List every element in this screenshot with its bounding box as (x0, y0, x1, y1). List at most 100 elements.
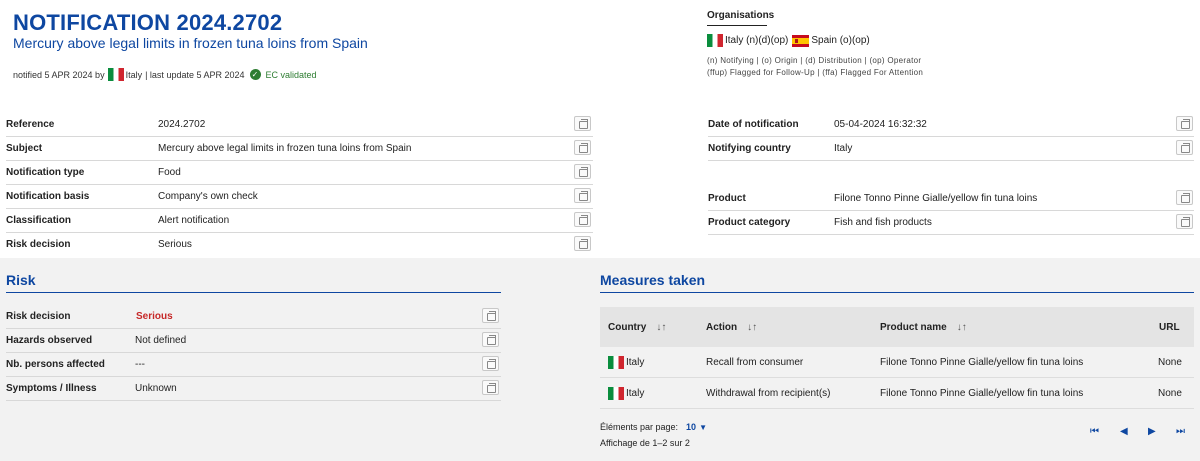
column-header-country[interactable]: Country ↓↑ (608, 307, 666, 347)
detail-row-product-category: Product category Fish and fish products (708, 210, 1194, 235)
detail-value: Serious (158, 238, 192, 250)
detail-value: Company's own check (158, 190, 258, 202)
column-label: Country (608, 321, 647, 333)
detail-value: Mercury above legal limits in frozen tun… (158, 142, 412, 154)
ec-validated-badge: EC validated (265, 69, 317, 80)
copy-icon[interactable] (574, 212, 591, 227)
organisations-legend: (n) Notifying | (o) Origin | (d) Distrib… (707, 55, 923, 79)
last-update: | last update 5 APR 2024 (145, 69, 245, 80)
risk-value: Not defined (135, 334, 187, 346)
page-subtitle: Mercury above legal limits in frozen tun… (13, 35, 368, 51)
copy-icon[interactable] (1176, 214, 1193, 229)
range-label: Affichage de 1–2 sur 2 (600, 438, 690, 448)
copy-icon[interactable] (482, 308, 499, 323)
measures-section-title: Measures taken (600, 272, 706, 288)
country-label: Italy (626, 387, 645, 399)
column-label: Product name (880, 321, 947, 333)
detail-label: Notification type (6, 166, 85, 178)
detail-row-subject: Subject Mercury above legal limits in fr… (6, 136, 593, 161)
copy-icon[interactable] (1176, 116, 1193, 131)
detail-label: Date of notification (708, 118, 799, 130)
risk-label: Nb. persons affected (6, 358, 105, 370)
detail-value: Filone Tonno Pinne Gialle/yellow fin tun… (834, 192, 1038, 204)
org-country: Spain (811, 35, 837, 46)
copy-icon[interactable] (574, 140, 591, 155)
sort-icon[interactable]: ↓↑ (747, 322, 757, 333)
column-header-url: URL (1159, 307, 1180, 347)
caret-down-icon[interactable]: ▼ (699, 423, 707, 432)
italy-flag-icon (608, 386, 624, 400)
measures-table: Country ↓↑ Action ↓↑ Product name ↓↑ URL It… (600, 307, 1194, 409)
italy-flag-icon (608, 355, 624, 369)
column-label: Action (706, 321, 738, 333)
column-header-product-name[interactable]: Product name ↓↑ (880, 307, 967, 347)
check-circle-icon: ✓ (249, 69, 261, 80)
detail-label: Subject (6, 142, 43, 154)
risk-section-title: Risk (6, 272, 36, 288)
cell-url: None (1158, 387, 1182, 399)
detail-value: 2024.2702 (158, 118, 206, 130)
column-header-action[interactable]: Action ↓↑ (706, 307, 757, 347)
detail-row-notification-basis: Notification basis Company's own check (6, 184, 593, 209)
detail-label: Notifying country (708, 142, 791, 154)
table-row: Italy Recall from consumer Filone Tonno … (600, 347, 1194, 378)
copy-icon[interactable] (482, 356, 499, 371)
detail-value: Fish and fish products (834, 216, 932, 228)
risk-row-hazards: Hazards observed Not defined (6, 328, 501, 353)
sort-icon[interactable]: ↓↑ (957, 322, 967, 333)
first-page-icon[interactable]: ⏮ (1090, 426, 1099, 437)
column-label: URL (1159, 321, 1180, 333)
copy-icon[interactable] (574, 116, 591, 131)
italy-flag-icon (707, 34, 723, 47)
copy-icon[interactable] (1176, 140, 1193, 155)
previous-page-icon[interactable]: ◀ (1120, 426, 1128, 437)
sort-icon[interactable]: ↓↑ (656, 322, 666, 333)
org-entry-spain: Spain (o)(op) (811, 35, 869, 46)
detail-row-reference: Reference 2024.2702 (6, 112, 593, 137)
detail-label: Risk decision (6, 238, 71, 250)
detail-row-date-of-notification: Date of notification 05-04-2024 16:32:32 (708, 112, 1194, 137)
next-page-icon[interactable]: ▶ (1148, 426, 1156, 437)
page-size-select[interactable]: 10 (686, 422, 696, 432)
organisations-list: Italy (n)(d)(op) Spain (o)(op) (707, 34, 870, 47)
page-size-control: Éléments par page: 10 ▼ (600, 422, 707, 432)
last-page-icon[interactable]: ⏭ (1176, 426, 1185, 437)
cell-country: Italy (608, 347, 644, 377)
cell-product: Filone Tonno Pinne Gialle/yellow fin tun… (880, 387, 1084, 399)
measures-section-divider (600, 292, 1194, 293)
risk-label: Hazards observed (6, 334, 93, 346)
detail-row-product: Product Filone Tonno Pinne Gialle/yellow… (708, 186, 1194, 211)
detail-value: Food (158, 166, 181, 178)
copy-icon[interactable] (574, 188, 591, 203)
risk-value-serious: Serious (136, 310, 173, 322)
detail-label: Classification (6, 214, 72, 226)
detail-value: Italy (834, 142, 853, 154)
cell-url: None (1158, 356, 1182, 368)
country-label: Italy (626, 356, 645, 368)
risk-row-persons-affected: Nb. persons affected --- (6, 352, 501, 377)
detail-row-risk-decision: Risk decision Serious (6, 232, 593, 256)
detail-label: Product (708, 192, 746, 204)
cell-product: Filone Tonno Pinne Gialle/yellow fin tun… (880, 356, 1084, 368)
detail-row-notification-type: Notification type Food (6, 160, 593, 185)
copy-icon[interactable] (482, 332, 499, 347)
copy-icon[interactable] (574, 236, 591, 251)
risk-section-divider (6, 292, 501, 293)
table-header: Country ↓↑ Action ↓↑ Product name ↓↑ URL (600, 307, 1194, 347)
detail-row-classification: Classification Alert notification (6, 208, 593, 233)
copy-icon[interactable] (574, 164, 591, 179)
risk-row-symptoms: Symptoms / Illness Unknown (6, 376, 501, 401)
detail-row-notifying-country: Notifying country Italy (708, 136, 1194, 161)
copy-icon[interactable] (1176, 190, 1193, 205)
detail-label: Reference (6, 118, 55, 130)
organisations-title: Organisations (707, 10, 774, 26)
org-country: Italy (725, 35, 744, 46)
risk-value: --- (135, 358, 145, 370)
risk-value: Unknown (135, 382, 177, 394)
detail-label: Product category (708, 216, 791, 228)
copy-icon[interactable] (482, 380, 499, 395)
page-title: NOTIFICATION 2024.2702 (13, 10, 283, 35)
legend-line: (ffup) Flagged for Follow-Up | (ffa) Fla… (707, 68, 924, 77)
detail-value: Alert notification (158, 214, 230, 226)
italy-flag-icon (107, 68, 124, 81)
